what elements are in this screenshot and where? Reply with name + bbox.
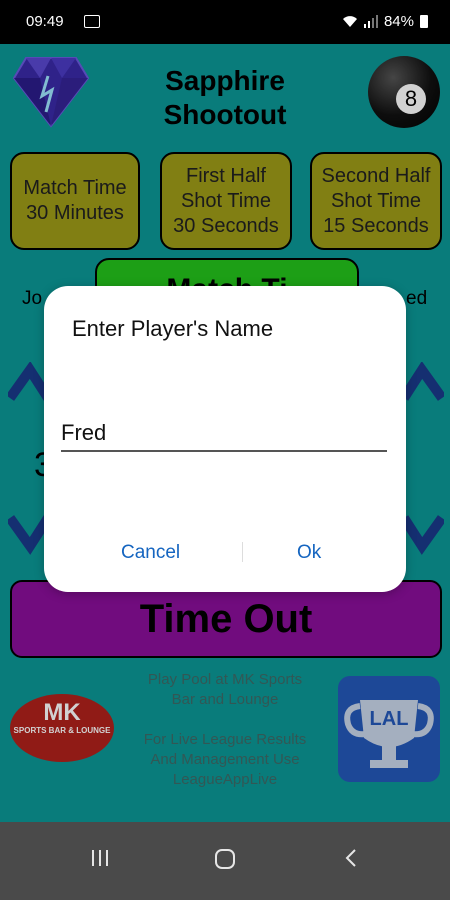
battery-icon [420, 15, 428, 28]
dialog-title: Enter Player's Name [72, 316, 274, 341]
recents-icon[interactable] [90, 848, 110, 868]
message-icon [84, 15, 100, 28]
status-time: 09:49 [26, 13, 64, 30]
navigation-bar [0, 822, 450, 900]
enter-name-dialog: Enter Player's Name Cancel Ok [44, 286, 406, 592]
back-icon[interactable] [342, 848, 360, 868]
battery-percent: 84% [383, 13, 414, 30]
signal-icon [363, 15, 378, 28]
ok-button[interactable]: Ok [297, 542, 321, 564]
cancel-button[interactable]: Cancel [121, 542, 180, 564]
status-bar: 09:49 84% [0, 0, 450, 44]
home-icon[interactable] [214, 848, 236, 870]
status-right: 84% [342, 13, 428, 30]
wifi-icon [342, 16, 357, 27]
player-name-input[interactable] [61, 416, 387, 452]
button-divider [242, 542, 243, 562]
